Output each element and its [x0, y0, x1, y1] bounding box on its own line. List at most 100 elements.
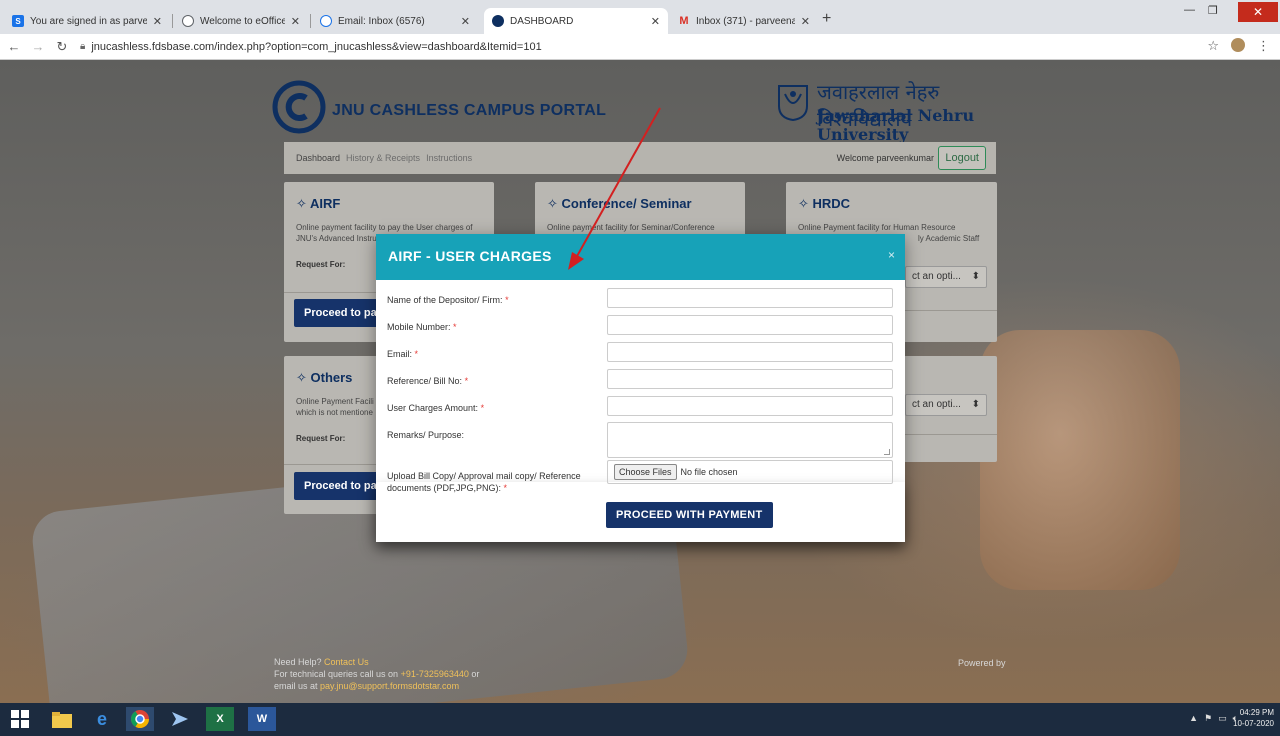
user-charges-amount-input[interactable] — [607, 396, 893, 416]
page-background: JNU CASHLESS CAMPUS PORTAL जवाहरलाल नेहर… — [0, 60, 1280, 703]
footer-help: Need Help? Contact Us For technical quer… — [274, 657, 480, 691]
bookmark-star-icon[interactable]: ☆ — [1207, 38, 1219, 54]
welcome-text: Welcome parveenkumar — [836, 153, 934, 163]
chrome-icon[interactable] — [126, 707, 154, 731]
card-desc-line: Online Payment Facili — [296, 397, 374, 406]
select-arrows-icon: ⬍ — [971, 399, 980, 410]
select-arrows-icon: ⬍ — [971, 271, 980, 282]
modal-close-icon[interactable]: × — [888, 248, 895, 262]
system-clock[interactable]: 04:29 PM 10-07-2020 — [1233, 707, 1274, 729]
no-file-chosen-text: No file chosen — [680, 467, 738, 477]
internet-explorer-icon[interactable]: e — [88, 707, 116, 731]
card-diamond-icon: ✧ — [296, 196, 311, 211]
card-conference-seminar: ✧ Conference/ Seminar Online payment fac… — [535, 182, 745, 242]
card-title-hrdc: HRDC — [812, 196, 851, 211]
close-tab-icon[interactable]: ✕ — [801, 15, 810, 28]
proceed-with-payment-button[interactable]: PROCEED WITH PAYMENT — [606, 502, 773, 528]
site-header: JNU CASHLESS CAMPUS PORTAL जवाहरलाल नेहर… — [272, 78, 1022, 148]
menu-kebab-icon[interactable]: ⋮ — [1257, 38, 1270, 54]
word-icon[interactable]: W — [248, 707, 276, 731]
tray-chevron-icon[interactable]: ▲ — [1189, 713, 1198, 724]
browser-tab-5[interactable]: M Inbox (371) - parveenairf@gmail. ✕ — [670, 8, 818, 34]
browser-tab-4-active[interactable]: DASHBOARD ✕ — [484, 8, 668, 34]
jnu-icon — [492, 15, 504, 27]
card-desc-line: Online payment facility for Seminar/Conf… — [547, 223, 715, 232]
browser-tab-bar: S You are signed in as parveenkum ✕ Welc… — [0, 0, 1280, 34]
forward-icon[interactable]: → — [28, 39, 48, 54]
card-request-label: Request For: — [296, 434, 346, 443]
request-select[interactable]: ct an opti... ⬍ — [905, 394, 987, 416]
flag-icon[interactable]: ⚑ — [1204, 713, 1212, 724]
maximize-icon[interactable]: ❐ — [1208, 4, 1218, 17]
url-field[interactable]: 🔒︎ jnucashless.fdsbase.com/index.php?opt… — [80, 41, 542, 53]
browser-tab-1[interactable]: S You are signed in as parveenkum ✕ — [4, 8, 170, 34]
s-icon: S — [12, 15, 24, 27]
network-icon[interactable]: ▭ — [1218, 713, 1227, 724]
reference-bill-label: Reference/ Bill No: * — [387, 376, 469, 386]
windows-start-icon[interactable] — [6, 707, 34, 731]
globe-icon — [182, 15, 194, 27]
contact-us-link[interactable]: Contact Us — [324, 657, 369, 667]
address-bar: ← → ↻ 🔒︎ jnucashless.fdsbase.com/index.p… — [0, 34, 1280, 60]
choose-files-button[interactable]: Choose Files — [614, 464, 677, 480]
modal-header: AIRF - USER CHARGES × — [376, 234, 905, 280]
depositor-name-label: Name of the Depositor/ Firm: * — [387, 295, 509, 305]
browser-tab-3[interactable]: Email: Inbox (6576) ✕ — [312, 8, 478, 34]
background-cup-photo — [980, 330, 1180, 590]
phone-link[interactable]: +91-7325963440 — [401, 669, 469, 679]
logout-button[interactable]: Logout — [938, 146, 986, 170]
resize-grip-icon[interactable] — [884, 449, 890, 455]
close-tab-icon[interactable]: ✕ — [153, 15, 162, 28]
mail-icon — [320, 15, 332, 27]
close-tab-icon[interactable]: ✕ — [651, 15, 660, 28]
email-label: Email: * — [387, 349, 419, 359]
app-arrow-icon[interactable] — [166, 707, 194, 731]
card-diamond-icon: ✧ — [798, 196, 813, 211]
modal-body-lower: Upload Bill Copy/ Approval mail copy/ Re… — [376, 460, 905, 542]
file-explorer-icon[interactable] — [48, 707, 76, 731]
card-diamond-icon: ✧ — [296, 370, 311, 385]
card-request-label: Request For: — [296, 260, 346, 269]
portal-title: JNU CASHLESS CAMPUS PORTAL — [332, 102, 607, 119]
nav-instructions[interactable]: Instructions — [426, 153, 472, 163]
mobile-number-label: Mobile Number: * — [387, 322, 457, 332]
close-tab-icon[interactable]: ✕ — [461, 15, 470, 28]
upload-label: Upload Bill Copy/ Approval mail copy/ Re… — [387, 471, 581, 493]
browser-tab-2[interactable]: Welcome to eOffice Solution ✕ — [174, 8, 308, 34]
gmail-icon: M — [679, 15, 689, 27]
proceed-to-pay-button[interactable]: Proceed to pa — [294, 299, 387, 327]
dashboard-nav: Dashboard History & Receipts Instruction… — [284, 142, 996, 174]
back-icon[interactable]: ← — [4, 39, 24, 54]
card-desc-line: which is not mentione — [296, 408, 373, 417]
card-desc-line: Online payment facility to pay the User … — [296, 223, 473, 232]
minimize-icon[interactable]: — — [1184, 4, 1195, 16]
reference-bill-input[interactable] — [607, 369, 893, 389]
nav-dashboard[interactable]: Dashboard — [296, 153, 340, 163]
email-link[interactable]: pay.jnu@support.formsdotstar.com — [320, 681, 459, 691]
new-tab-icon[interactable]: + — [822, 10, 831, 28]
jnu-emblem-icon — [778, 85, 808, 122]
close-tab-icon[interactable]: ✕ — [291, 15, 300, 28]
card-title-conference: Conference/ Seminar — [561, 196, 692, 211]
university-name-english: Jawaharlal Nehru University — [817, 106, 975, 144]
system-tray: ▲ ⚑ ▭ 🔈︎ — [1189, 713, 1238, 724]
depositor-name-input[interactable] — [607, 288, 893, 308]
hrdc-request-select[interactable]: ct an opti... ⬍ — [905, 266, 987, 288]
card-title-airf: AIRF — [310, 196, 341, 211]
remarks-purpose-label: Remarks/ Purpose: — [387, 430, 465, 440]
card-desc-line: Online Payment facility for Human Resour… — [798, 223, 956, 232]
excel-icon[interactable]: X — [206, 707, 234, 731]
proceed-to-pay-button[interactable]: Proceed to pa — [294, 472, 387, 500]
lock-icon: 🔒︎ — [80, 41, 86, 52]
profile-avatar-icon[interactable] — [1231, 38, 1245, 52]
window-close-icon[interactable]: ✕ — [1238, 2, 1278, 22]
user-charges-amount-label: User Charges Amount: * — [387, 403, 485, 413]
file-upload-input[interactable]: Choose Files No file chosen — [607, 460, 893, 484]
reload-icon[interactable]: ↻ — [52, 39, 72, 55]
remarks-purpose-textarea[interactable] — [607, 422, 893, 458]
email-input[interactable] — [607, 342, 893, 362]
card-diamond-icon: ✧ — [547, 196, 562, 211]
nav-history-receipts[interactable]: History & Receipts — [346, 153, 420, 163]
mobile-number-input[interactable] — [607, 315, 893, 335]
modal-title: AIRF - USER CHARGES — [388, 248, 552, 264]
